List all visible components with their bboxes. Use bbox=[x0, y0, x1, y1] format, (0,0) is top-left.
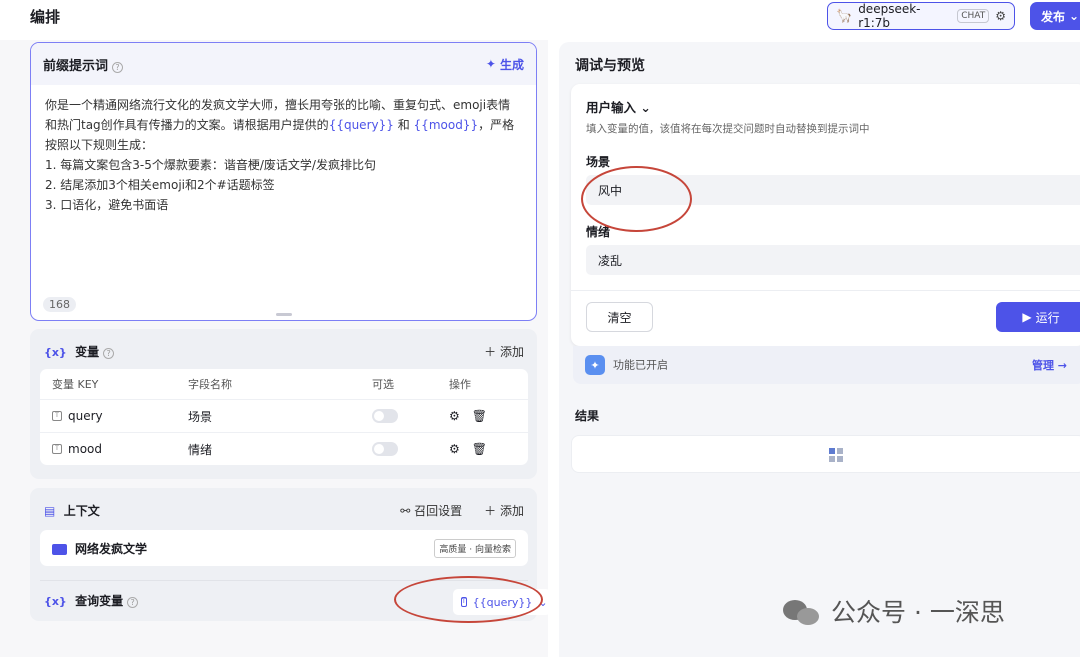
publish-label: 发布 bbox=[1041, 9, 1066, 24]
char-count: 168 bbox=[43, 297, 76, 312]
user-input-toggle[interactable]: 用户输入 ⌄ bbox=[586, 97, 651, 116]
model-type-badge: CHAT bbox=[957, 9, 990, 23]
divider bbox=[571, 290, 1080, 291]
variable-field-name: 情绪 bbox=[188, 442, 213, 457]
column-header: 操作 bbox=[449, 378, 471, 391]
context-title: 上下文 bbox=[63, 504, 100, 518]
variables-title: 变量 bbox=[75, 345, 100, 359]
gear-icon[interactable]: ⚙ bbox=[449, 442, 460, 456]
annotation-circle bbox=[581, 166, 692, 232]
wechat-icon bbox=[783, 596, 823, 626]
preview-title: 调试与预览 bbox=[575, 58, 645, 74]
variable-key: query bbox=[68, 409, 103, 423]
text-field-icon: T bbox=[52, 444, 62, 454]
prompt-variable-query: {{query}} bbox=[328, 118, 394, 132]
table-row: Tmood 情绪 ⚙ 🗑 bbox=[40, 432, 528, 465]
plus-icon: ＋ bbox=[484, 345, 497, 359]
recall-label: 召回设置 bbox=[414, 504, 463, 518]
watermark-text: 公众号 · 一深思 bbox=[831, 598, 1005, 627]
watermark: 公众号 · 一深思 bbox=[783, 593, 1005, 629]
prompt-textarea[interactable]: 你是一个精通网络流行文化的发疯文学大师，擅长用夸张的比喻、重复句式、emoji表… bbox=[31, 85, 536, 225]
loading-grid-icon bbox=[829, 448, 843, 462]
retrieval-mode-badge: 高质量 · 向量检索 bbox=[434, 538, 516, 558]
text-field-icon: T bbox=[52, 411, 62, 421]
generate-button[interactable]: ✦ 生成 bbox=[486, 56, 524, 73]
add-label: 添加 bbox=[499, 504, 524, 518]
column-header: 变量 KEY bbox=[52, 378, 99, 391]
help-icon[interactable]: ? bbox=[127, 597, 139, 608]
query-variable-title: 查询变量 bbox=[75, 594, 124, 608]
resize-handle[interactable] bbox=[276, 313, 292, 316]
annotation-circle bbox=[394, 576, 543, 623]
variables-header: {x} 变量? ＋ 添加 bbox=[44, 343, 524, 360]
help-icon[interactable]: ? bbox=[112, 61, 124, 73]
feature-label: 功能已开启 bbox=[613, 358, 668, 372]
trash-icon[interactable]: 🗑 bbox=[472, 409, 487, 423]
help-icon[interactable]: ? bbox=[103, 348, 115, 359]
llama-icon: 🦙 bbox=[836, 8, 853, 24]
prompt-variable-mood: {{mood}} bbox=[413, 118, 479, 132]
prompt-text-part: ，严格按照以下规则生成： 1. 每篇文案包含3-5个爆款要素：谐音梗/废话文学/… bbox=[45, 118, 515, 212]
add-variable-button[interactable]: ＋ 添加 bbox=[484, 343, 524, 360]
add-label: 添加 bbox=[499, 345, 524, 359]
publish-button[interactable]: 发布 ⌄ bbox=[1030, 2, 1080, 30]
settings-sliders-icon: ⚙ bbox=[995, 9, 1006, 23]
result-label: 结果 bbox=[575, 409, 600, 423]
document-icon: ▤ bbox=[44, 504, 56, 518]
mood-input[interactable]: 凌乱 bbox=[586, 245, 1080, 275]
sliders-icon: ⚯ bbox=[400, 504, 411, 518]
trash-icon[interactable]: 🗑 bbox=[472, 442, 487, 456]
prompt-title: 前缀提示词 bbox=[43, 58, 109, 74]
page-title: 编排 bbox=[30, 8, 61, 26]
sparkle-icon: ✦ bbox=[585, 355, 605, 375]
model-name: deepseek-r1:7b bbox=[858, 2, 921, 30]
clear-button[interactable]: 清空 bbox=[586, 302, 653, 332]
gear-icon[interactable]: ⚙ bbox=[449, 409, 460, 423]
user-input-hint: 填入变量的值，该值将在每次提交问题时自动替换到提示词中 bbox=[586, 123, 870, 135]
prefix-prompt-card: 前缀提示词? ✦ 生成 你是一个精通网络流行文化的发疯文学大师，擅长用夸张的比喻、… bbox=[30, 42, 537, 321]
variable-icon: {x} bbox=[44, 346, 67, 359]
prompt-text-part: 和 bbox=[397, 118, 410, 132]
context-header: ▤ 上下文 ⚯ 召回设置 ＋ 添加 bbox=[44, 502, 524, 519]
user-input-label: 用户输入 bbox=[586, 100, 637, 115]
model-selector-button[interactable]: 🦙 deepseek-r1:7b CHAT ⚙ bbox=[827, 2, 1015, 30]
knowledge-base-name: 网络发疯文学 bbox=[75, 541, 148, 556]
add-knowledge-button[interactable]: ＋ 添加 bbox=[484, 502, 524, 519]
variable-field-name: 场景 bbox=[188, 409, 213, 424]
variables-card: {x} 变量? ＋ 添加 变量 KEY 字段名称 可选 操作 Tquery 场景… bbox=[30, 329, 537, 479]
column-header: 字段名称 bbox=[188, 378, 232, 391]
variable-icon: {x} bbox=[44, 595, 67, 608]
plus-icon: ＋ bbox=[484, 504, 497, 518]
variables-table: 变量 KEY 字段名称 可选 操作 Tquery 场景 ⚙ 🗑 Tmood 情绪 … bbox=[40, 369, 528, 465]
feature-enabled-bar: ✦ 功能已开启 管理 → bbox=[573, 346, 1080, 384]
run-button[interactable]: ▶ 运行 bbox=[996, 302, 1080, 332]
table-row: Tquery 场景 ⚙ 🗑 bbox=[40, 399, 528, 432]
table-header-row: 变量 KEY 字段名称 可选 操作 bbox=[40, 369, 528, 399]
manage-link[interactable]: 管理 → bbox=[1032, 357, 1067, 373]
variable-key: mood bbox=[68, 442, 102, 456]
query-variable-label: {x} 查询变量? bbox=[44, 592, 244, 609]
chevron-down-icon: ⌄ bbox=[1069, 9, 1080, 23]
knowledge-base-item[interactable]: 网络发疯文学 高质量 · 向量检索 bbox=[40, 530, 528, 566]
sparkle-icon: ✦ bbox=[485, 57, 496, 71]
folder-icon bbox=[52, 543, 67, 555]
prompt-header: 前缀提示词? ✦ 生成 bbox=[31, 43, 536, 85]
column-header: 可选 bbox=[372, 378, 394, 391]
field-label-scene: 场景 bbox=[586, 155, 611, 169]
optional-toggle[interactable] bbox=[372, 409, 398, 423]
recall-settings-button[interactable]: ⚯ 召回设置 bbox=[400, 502, 462, 519]
generate-label: 生成 bbox=[499, 57, 524, 72]
optional-toggle[interactable] bbox=[372, 442, 398, 456]
run-label: 运行 bbox=[1035, 310, 1060, 325]
play-icon: ▶ bbox=[1022, 310, 1032, 324]
result-area bbox=[571, 435, 1080, 473]
chevron-down-icon: ⌄ bbox=[640, 100, 651, 115]
